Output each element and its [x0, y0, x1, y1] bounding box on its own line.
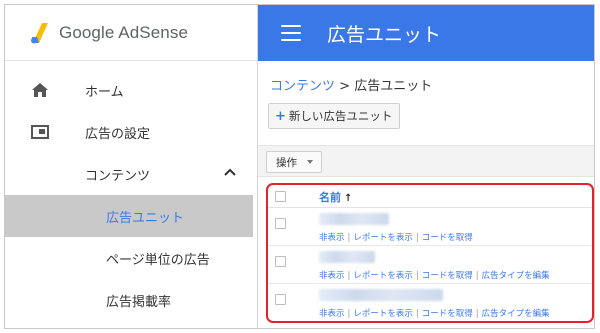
sidebar-item-ad-settings[interactable]: 広告の設定 — [5, 111, 253, 153]
breadcrumb-separator: > — [335, 79, 355, 94]
adsense-logo-icon — [31, 22, 48, 43]
row-actions: 非表示 | レポートを表示 | コードを取得 | 広告タイプを編集 — [319, 269, 550, 281]
new-ad-unit-button[interactable]: + 新しい広告ユニット — [268, 103, 401, 129]
top-app-bar: 広告ユニット — [258, 5, 594, 61]
sidebar-item-label: 広告掲載率 — [106, 294, 172, 310]
get-code-link[interactable]: コードを取得 — [422, 271, 473, 281]
separator: | — [347, 309, 351, 319]
table-header: 名前 ↑ — [268, 185, 592, 208]
edit-ad-type-link[interactable]: 広告タイプを編集 — [482, 271, 550, 281]
plus-icon: + — [275, 108, 286, 124]
sidebar-item-label: ホーム — [85, 84, 124, 100]
breadcrumb-current: 広告ユニット — [354, 79, 433, 94]
menu-icon[interactable] — [281, 25, 301, 41]
sort-ascending-icon: ↑ — [344, 193, 353, 204]
breadcrumb-link-content[interactable]: コンテンツ — [270, 79, 335, 94]
row-actions: 非表示 | レポートを表示 | コードを取得 — [319, 231, 473, 243]
app-window: Google AdSense ホーム 広告の設定 コンテンツ 広告ユニット ペー… — [4, 4, 595, 329]
breadcrumb: コンテンツ > 広告ユニット — [270, 75, 432, 94]
select-all-checkbox[interactable] — [275, 191, 286, 202]
sidebar-item-ad-coverage[interactable]: 広告掲載率 — [5, 279, 253, 321]
sidebar-item-label: コンテンツ — [85, 168, 151, 184]
ad-unit-name-redacted[interactable] — [319, 213, 389, 225]
separator: | — [415, 233, 419, 243]
separator: | — [347, 233, 351, 243]
sidebar-item-page-level-ads[interactable]: ページ単位の広告 — [5, 237, 253, 279]
brand-header[interactable]: Google AdSense — [5, 5, 257, 61]
get-code-link[interactable]: コードを取得 — [422, 309, 473, 319]
separator: | — [475, 271, 479, 281]
page-title: 広告ユニット — [327, 23, 442, 46]
view-report-link[interactable]: レポートを表示 — [353, 233, 413, 243]
row-checkbox[interactable] — [275, 294, 286, 305]
hide-link[interactable]: 非表示 — [319, 233, 345, 243]
hide-link[interactable]: 非表示 — [319, 309, 345, 319]
main-content: コンテンツ > 広告ユニット + 新しい広告ユニット 操作 名前 ↑ 非表示 | レポ… — [258, 61, 594, 328]
separator: | — [415, 309, 419, 319]
get-code-link[interactable]: コードを取得 — [422, 233, 473, 243]
operations-dropdown[interactable]: 操作 — [266, 151, 322, 173]
separator: | — [475, 309, 479, 319]
edit-ad-type-link[interactable]: 広告タイプを編集 — [482, 309, 550, 319]
table-row: 非表示 | レポートを表示 | コードを取得 | 広告タイプを編集 — [268, 246, 592, 284]
separator: | — [415, 271, 419, 281]
caret-down-icon — [307, 160, 313, 164]
ad-unit-name-redacted[interactable] — [319, 289, 443, 301]
sidebar-item-label: 広告ユニット — [106, 210, 185, 226]
ad-settings-icon — [31, 125, 49, 139]
home-icon — [32, 83, 48, 97]
view-report-link[interactable]: レポートを表示 — [353, 309, 413, 319]
table-row: 非表示 | レポートを表示 | コードを取得 — [268, 208, 592, 246]
ad-units-table: 名前 ↑ 非表示 | レポートを表示 | コードを取得 非表示 | レポートを表示 | コードを取… — [266, 183, 594, 323]
column-header-name[interactable]: 名前 ↑ — [319, 189, 352, 205]
hide-link[interactable]: 非表示 — [319, 271, 345, 281]
operations-label: 操作 — [276, 156, 297, 169]
separator: | — [347, 271, 351, 281]
row-checkbox[interactable] — [275, 218, 286, 229]
view-report-link[interactable]: レポートを表示 — [353, 271, 413, 281]
column-header-label: 名前 — [319, 191, 341, 204]
ad-unit-name-redacted[interactable] — [319, 251, 375, 263]
table-row: 非表示 | レポートを表示 | コードを取得 | 広告タイプを編集 — [268, 284, 592, 321]
sidebar-item-label: 広告の設定 — [85, 126, 151, 142]
sidebar-item-content[interactable]: コンテンツ — [5, 153, 253, 195]
chevron-up-icon[interactable] — [223, 167, 237, 177]
brand-name: Google AdSense — [59, 22, 188, 42]
row-checkbox[interactable] — [275, 256, 286, 267]
table-toolbar: 操作 — [258, 145, 594, 177]
sidebar: Google AdSense ホーム 広告の設定 コンテンツ 広告ユニット ペー… — [5, 5, 258, 328]
sidebar-item-label: ページ単位の広告 — [106, 252, 210, 268]
sidebar-item-home[interactable]: ホーム — [5, 69, 253, 111]
sidebar-item-ad-units[interactable]: 広告ユニット — [5, 195, 253, 237]
row-actions: 非表示 | レポートを表示 | コードを取得 | 広告タイプを編集 — [319, 307, 550, 319]
new-ad-unit-label: 新しい広告ユニット — [288, 109, 393, 123]
